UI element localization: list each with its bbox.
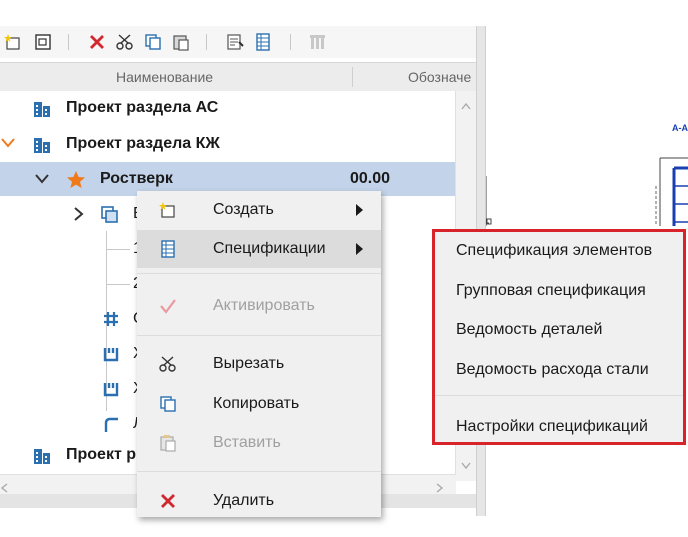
menu-item-specifications[interactable]: Спецификации [137,230,381,268]
menu-item-create[interactable]: Создать [137,191,381,229]
building-icon [32,99,52,122]
submenu-item-label: Настройки спецификаций [456,418,648,435]
view-icon[interactable] [32,31,54,53]
columns-icon[interactable] [306,31,328,53]
tree-item-label: Проект раздела КЖ [66,135,220,152]
submenu-item-label: Ведомость деталей [456,321,603,338]
menu-item-label: Активировать [213,297,315,314]
properties-icon[interactable] [224,31,246,53]
submenu-item-steel-list[interactable]: Ведомость расхода стали [435,351,683,389]
submenu-item-label: Спецификация элементов [456,242,653,259]
scroll-up-icon[interactable] [461,97,471,113]
toolbar-separator [206,34,207,50]
scroll-down-icon[interactable] [461,457,471,473]
submenu-item-element-spec[interactable]: Спецификация элементов [435,232,683,270]
chevron-down-icon[interactable] [0,136,16,153]
delete-icon [157,491,179,511]
chevron-down-icon[interactable] [34,172,50,189]
tree-guide-line [106,284,130,285]
building-icon [32,446,52,469]
menu-item-copy[interactable]: Копировать [137,385,381,423]
specification-icon[interactable] [252,31,274,53]
menu-separator [137,471,381,472]
menu-item-label: Спецификации [213,240,326,257]
submenu-item-spec-settings[interactable]: Настройки спецификаций [435,408,683,446]
tree-item-label: Проект раздела АС [66,99,219,116]
grid-icon [102,310,120,331]
menu-separator [435,395,683,396]
tree-item-label: Проект р [66,446,137,463]
bracket-icon [102,345,120,366]
menu-item-label: Удалить [213,492,275,509]
assembly-icon [100,205,120,228]
building-icon [32,135,52,158]
tree-item-project-as[interactable]: Проект раздела АС [0,91,456,125]
new-item-icon[interactable] [2,31,24,53]
menu-item-label: Копировать [213,395,300,412]
toolbar-separator [290,34,291,50]
specifications-submenu: Спецификация элементов Групповая специфи… [432,229,686,445]
star-icon [66,170,86,193]
toolbar-separator [68,34,69,50]
paste-icon[interactable] [170,31,192,53]
menu-item-label: Создать [213,201,274,218]
bend-icon [102,415,120,436]
submenu-item-parts-list[interactable]: Ведомость деталей [435,311,683,349]
menu-item-activate[interactable]: Активировать [137,287,381,325]
tree-item-label: Ростверк [100,170,173,187]
menu-item-label: Вырезать [213,355,285,372]
submenu-arrow-icon [356,204,363,216]
checkmark-icon [157,296,179,316]
delete-icon[interactable] [86,31,108,53]
cut-icon[interactable] [114,31,136,53]
menu-item-cut[interactable]: Вырезать [137,345,381,383]
specification-icon [157,239,179,259]
submenu-item-group-spec[interactable]: Групповая спецификация [435,272,683,310]
copy-icon [157,394,179,414]
column-name-header[interactable]: Наименование [116,69,213,85]
paste-icon [157,433,179,453]
submenu-arrow-icon [356,243,363,255]
submenu-item-label: Ведомость расхода стали [456,361,649,378]
column-designation-header[interactable]: Обозначе [408,69,471,85]
toolbar [0,26,476,58]
new-item-icon [157,200,179,220]
tree-item-project-kzh[interactable]: Проект раздела КЖ [0,127,456,161]
menu-item-paste[interactable]: Вставить [137,424,381,462]
column-divider[interactable] [352,67,353,87]
context-menu: Создать Спецификации Активировать Выреза… [137,191,381,517]
bracket-icon [102,380,120,401]
menu-item-label: Вставить [213,434,281,451]
menu-separator [137,273,381,274]
submenu-item-label: Групповая спецификация [456,282,646,299]
menu-separator [137,335,381,336]
menu-item-delete[interactable]: Удалить [137,482,381,520]
column-header: Наименование Обозначе [0,62,476,92]
tree-guide-line [106,249,130,250]
tree-item-designation: 00.00 [350,170,391,187]
copy-icon[interactable] [142,31,164,53]
chevron-right-icon[interactable] [72,206,84,225]
cut-icon [157,354,179,374]
